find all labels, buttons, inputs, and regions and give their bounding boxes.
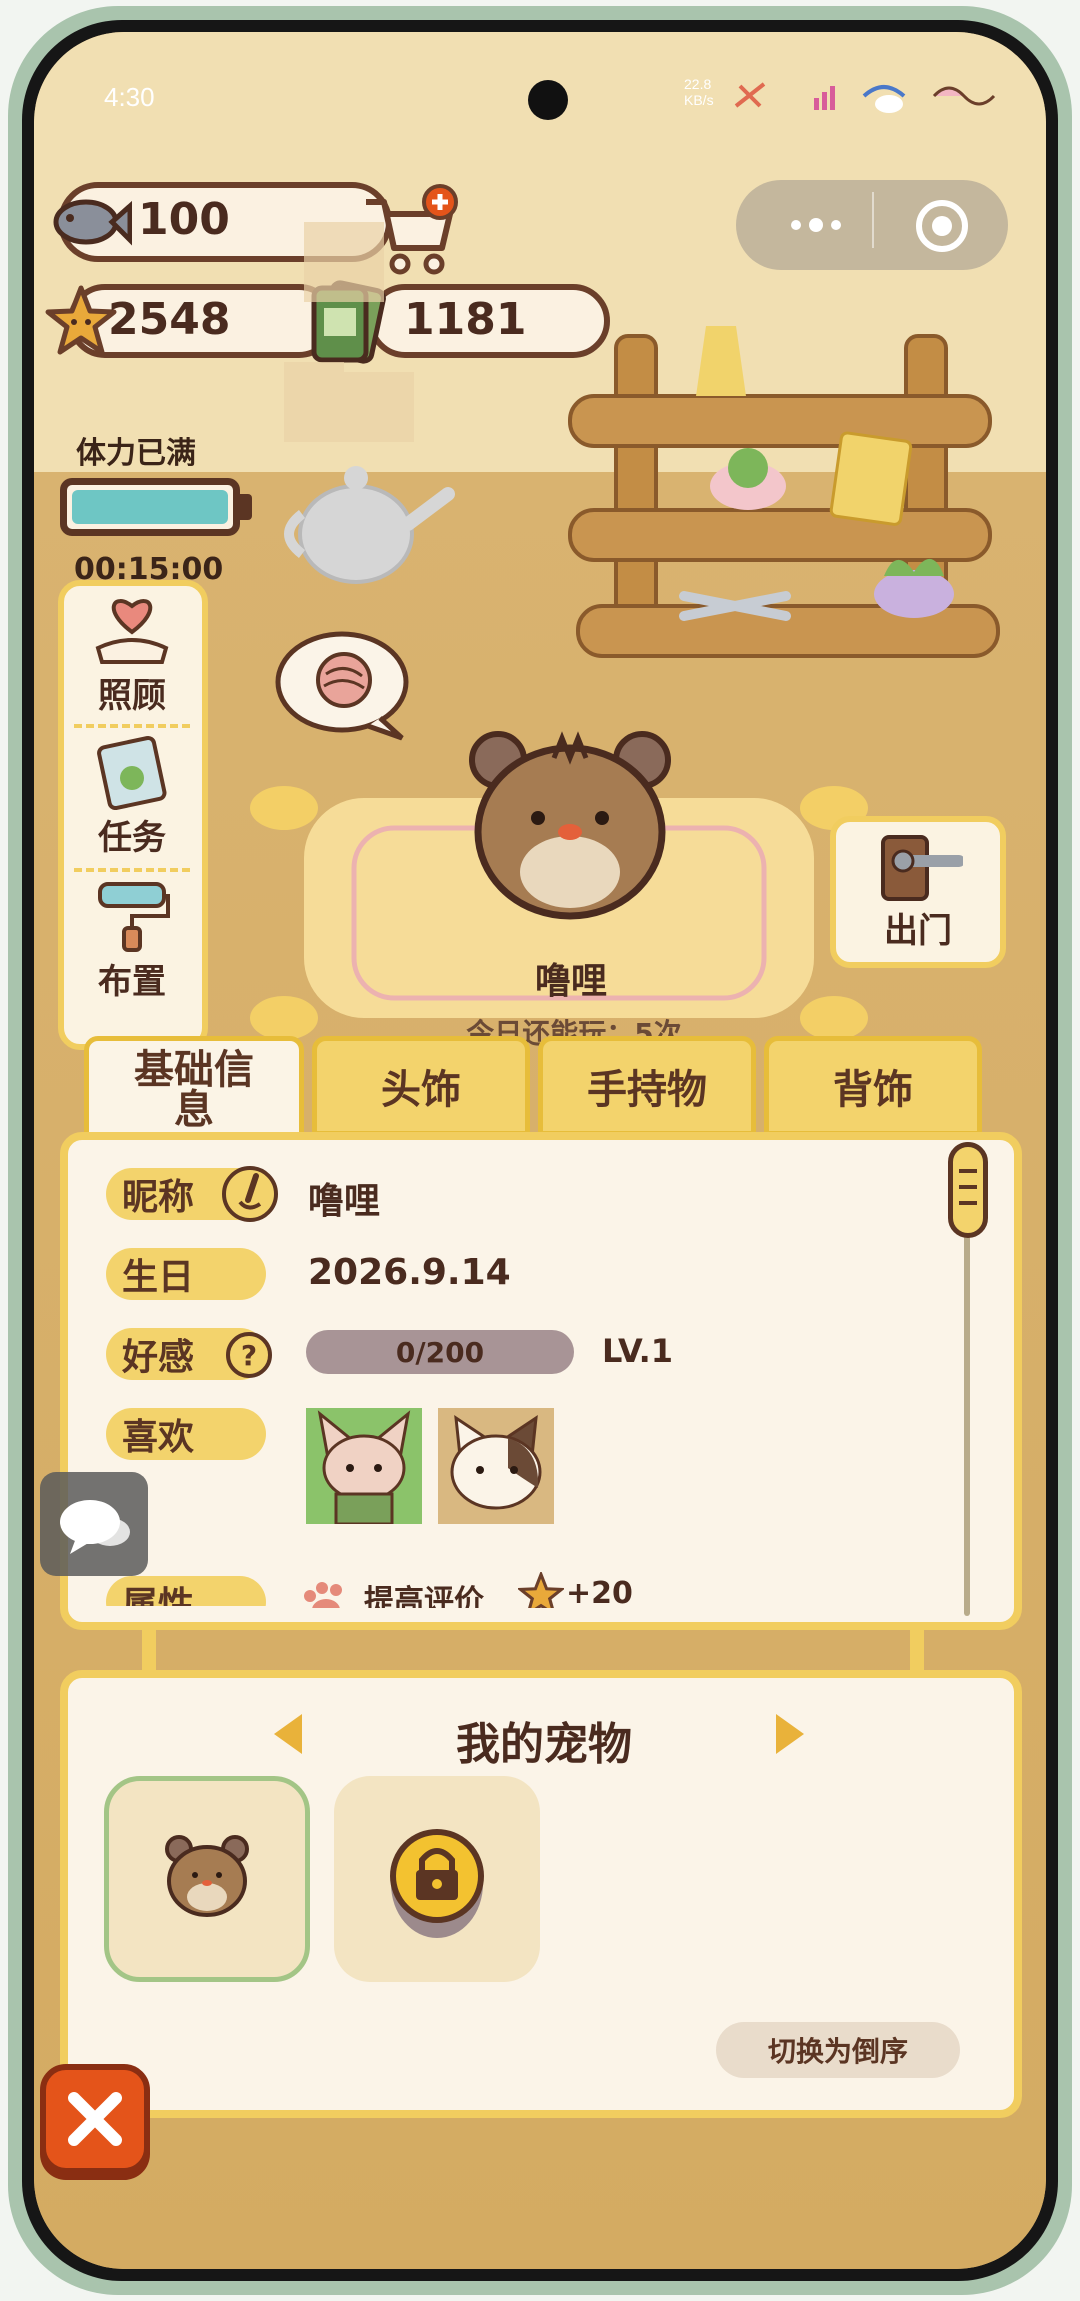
affection-progress-bar: 0/200 xyxy=(306,1330,574,1374)
panel-connector-left xyxy=(142,1628,156,1672)
nickname-value: 噜哩 xyxy=(308,1181,381,1222)
sort-toggle-button[interactable]: 切换为倒序 xyxy=(716,2022,960,2078)
thought-bubble xyxy=(274,626,414,746)
stamina-label: 体力已满 xyxy=(76,436,196,471)
birthday-value: 2026.9.14 xyxy=(308,1252,511,1293)
care-label: 照顾 xyxy=(98,676,166,716)
star-icon xyxy=(44,284,118,358)
lock-icon xyxy=(390,1829,484,1938)
heart-hand-icon xyxy=(95,599,169,664)
menu-divider xyxy=(74,868,190,876)
teapot-decor xyxy=(276,424,456,604)
pet-slot-locked[interactable] xyxy=(334,1776,540,1982)
edit-brush-icon[interactable] xyxy=(222,1166,278,1222)
status-time: 4:30 xyxy=(104,82,155,112)
stamina-bar-cap xyxy=(240,494,252,520)
tab-basic-info[interactable]: 基础信息 xyxy=(84,1036,304,1144)
hamster-thumb-icon xyxy=(165,1835,249,1917)
affection-value: 0/200 xyxy=(395,1335,485,1369)
close-button[interactable] xyxy=(40,2064,150,2174)
affection-level: LV.1 xyxy=(602,1332,674,1370)
tasks-label: 任务 xyxy=(98,818,166,858)
tab-headwear[interactable]: 头饰 xyxy=(312,1036,530,1136)
help-icon[interactable]: ? xyxy=(226,1332,272,1378)
fish-icon xyxy=(48,180,133,264)
hamster-pet[interactable] xyxy=(462,722,678,922)
chat-icon xyxy=(60,1500,130,1554)
wooden-shelf xyxy=(566,296,1006,676)
menu-divider xyxy=(74,724,190,732)
clipboard-icon xyxy=(97,735,167,810)
stamina-bar xyxy=(60,478,240,536)
go-out-label: 出门 xyxy=(884,910,952,951)
likes-label: 喜欢 xyxy=(106,1408,266,1460)
attr-bonus: +20 xyxy=(566,1576,633,1608)
panel-connector-right xyxy=(910,1628,924,1672)
net-speed: 22.8 KB/s xyxy=(684,76,714,108)
birthday-label: 生日 xyxy=(106,1248,266,1300)
attr-star-icon xyxy=(518,1572,564,1608)
liked-pet-fox[interactable] xyxy=(306,1408,422,1526)
more-options-icon[interactable] xyxy=(776,208,856,242)
attr-label-clip: 属性 xyxy=(106,1576,266,1606)
go-out-button[interactable]: 出门 xyxy=(830,816,1006,968)
arrange-label: 布置 xyxy=(98,962,166,1002)
tab-handheld[interactable]: 手持物 xyxy=(538,1036,756,1136)
prev-arrow-icon[interactable] xyxy=(270,1712,306,1756)
capsule-divider xyxy=(872,192,874,248)
close-icon xyxy=(68,2092,122,2146)
info-scrollbar-thumb[interactable] xyxy=(948,1142,988,1238)
next-arrow-icon[interactable] xyxy=(772,1712,808,1756)
care-button[interactable]: 照顾 xyxy=(70,592,194,732)
chat-float-button[interactable] xyxy=(40,1472,148,1576)
fish-count: 100 xyxy=(138,194,230,245)
sort-toggle-label: 切换为倒序 xyxy=(767,2035,908,2068)
pet-slot-selected[interactable] xyxy=(104,1776,310,1982)
paint-roller-icon xyxy=(98,882,170,952)
arrange-button[interactable]: 布置 xyxy=(70,878,194,1028)
status-icons xyxy=(724,76,1004,116)
liked-pet-cat[interactable] xyxy=(438,1408,554,1524)
attr-text: 提高评价 xyxy=(364,1584,484,1608)
attr-label: 属性 xyxy=(106,1576,266,1606)
game-screen: 4:30 22.8 KB/s 100 2548 1181 体力已满 00:15:… xyxy=(34,32,1046,2269)
door-handle-icon xyxy=(881,834,963,901)
front-camera xyxy=(528,80,568,120)
close-miniprogram-icon[interactable] xyxy=(916,200,968,252)
stamina-fill xyxy=(72,490,228,524)
my-pets-title: 我的宠物 xyxy=(456,1719,632,1770)
paw-icon xyxy=(300,1578,352,1608)
pet-name: 噜哩 xyxy=(534,961,607,1002)
star-count: 2548 xyxy=(108,294,231,345)
tasks-button[interactable]: 任务 xyxy=(70,734,194,874)
tab-backwear[interactable]: 背饰 xyxy=(764,1036,982,1136)
